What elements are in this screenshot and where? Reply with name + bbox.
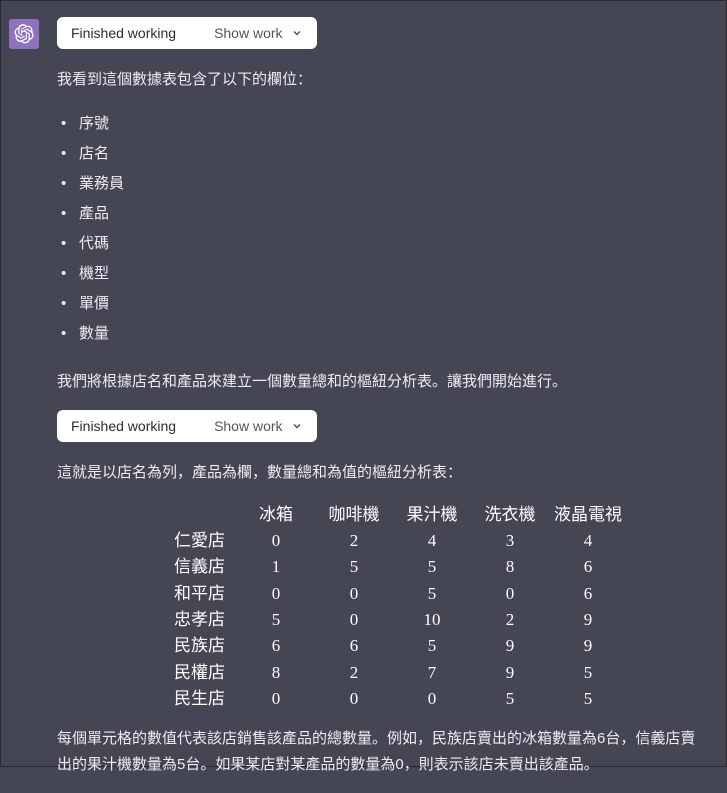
- pivot-cell: 0: [315, 686, 393, 712]
- pivot-cell: 3: [471, 528, 549, 554]
- chevron-down-icon: [291, 27, 303, 39]
- pivot-cell: 7: [393, 660, 471, 686]
- pivot-cell: 10: [393, 607, 471, 633]
- pivot-cell: 6: [315, 633, 393, 659]
- pivot-cell: 8: [237, 660, 315, 686]
- pivot-corner: [147, 502, 237, 528]
- pivot-cell: 6: [237, 633, 315, 659]
- pill-status: Finished working: [71, 418, 176, 434]
- pivot-cell: 9: [549, 607, 627, 633]
- pivot-cell: 2: [471, 607, 549, 633]
- chevron-down-icon: [291, 420, 303, 432]
- show-work-toggle[interactable]: Show work: [214, 418, 302, 434]
- pill-status: Finished working: [71, 25, 176, 41]
- pivot-cell: 0: [471, 581, 549, 607]
- list-item: 代碼: [61, 229, 698, 259]
- plan-text: 我們將根據店名和產品來建立一個數量總和的樞紐分析表。讓我們開始進行。: [57, 369, 698, 395]
- pivot-col-header: 液晶電視: [549, 502, 627, 528]
- pivot-cell: 4: [549, 528, 627, 554]
- pivot-table: 冰箱咖啡機果汁機洗衣機液晶電視仁愛店02434信義店15586和平店00506忠…: [147, 502, 698, 713]
- pivot-cell: 5: [549, 660, 627, 686]
- pivot-cell: 5: [315, 554, 393, 580]
- pivot-row-label: 民權店: [147, 660, 237, 686]
- pivot-cell: 0: [237, 528, 315, 554]
- list-item: 產品: [61, 199, 698, 229]
- field-list: 序號 店名 業務員 產品 代碼 機型 單價 數量: [61, 109, 698, 349]
- result-intro-text: 這就是以店名為列，產品為欄，數量總和為值的樞紐分析表：: [57, 460, 698, 486]
- pivot-cell: 6: [549, 554, 627, 580]
- pivot-cell: 0: [393, 686, 471, 712]
- pivot-cell: 8: [471, 554, 549, 580]
- pivot-cell: 6: [549, 581, 627, 607]
- pivot-cell: 5: [549, 686, 627, 712]
- pivot-row-label: 和平店: [147, 581, 237, 607]
- pivot-cell: 2: [315, 660, 393, 686]
- pivot-cell: 5: [471, 686, 549, 712]
- list-item: 店名: [61, 139, 698, 169]
- pivot-cell: 0: [237, 581, 315, 607]
- pivot-cell: 1: [237, 554, 315, 580]
- list-item: 單價: [61, 289, 698, 319]
- pivot-cell: 5: [237, 607, 315, 633]
- finished-working-pill[interactable]: Finished working Show work: [57, 17, 317, 49]
- show-work-toggle[interactable]: Show work: [214, 25, 302, 41]
- intro-text: 我看到這個數據表包含了以下的欄位：: [57, 67, 698, 93]
- pivot-row-label: 忠孝店: [147, 607, 237, 633]
- pivot-cell: 0: [315, 607, 393, 633]
- pivot-cell: 9: [471, 660, 549, 686]
- list-item: 數量: [61, 319, 698, 349]
- pivot-cell: 0: [315, 581, 393, 607]
- pivot-row-label: 信義店: [147, 554, 237, 580]
- pivot-cell: 5: [393, 633, 471, 659]
- list-item: 序號: [61, 109, 698, 139]
- pivot-cell: 0: [237, 686, 315, 712]
- assistant-avatar: [9, 19, 39, 49]
- list-item: 業務員: [61, 169, 698, 199]
- openai-logo-icon: [14, 24, 34, 44]
- pivot-col-header: 冰箱: [237, 502, 315, 528]
- show-work-label: Show work: [214, 418, 282, 434]
- pivot-cell: 9: [549, 633, 627, 659]
- show-work-label: Show work: [214, 25, 282, 41]
- pivot-cell: 4: [393, 528, 471, 554]
- pivot-row-label: 民族店: [147, 633, 237, 659]
- pivot-cell: 2: [315, 528, 393, 554]
- pivot-col-header: 果汁機: [393, 502, 471, 528]
- pivot-cell: 9: [471, 633, 549, 659]
- pivot-cell: 5: [393, 581, 471, 607]
- pivot-row-label: 仁愛店: [147, 528, 237, 554]
- list-item: 機型: [61, 259, 698, 289]
- assistant-message: Finished working Show work 我看到這個數據表包含了以下…: [57, 17, 718, 793]
- pivot-col-header: 洗衣機: [471, 502, 549, 528]
- finished-working-pill[interactable]: Finished working Show work: [57, 410, 317, 442]
- pivot-row-label: 民生店: [147, 686, 237, 712]
- pivot-cell: 5: [393, 554, 471, 580]
- explanation-text: 每個單元格的數值代表該店銷售該產品的總數量。例如，民族店賣出的冰箱數量為6台，信…: [57, 726, 698, 777]
- pivot-col-header: 咖啡機: [315, 502, 393, 528]
